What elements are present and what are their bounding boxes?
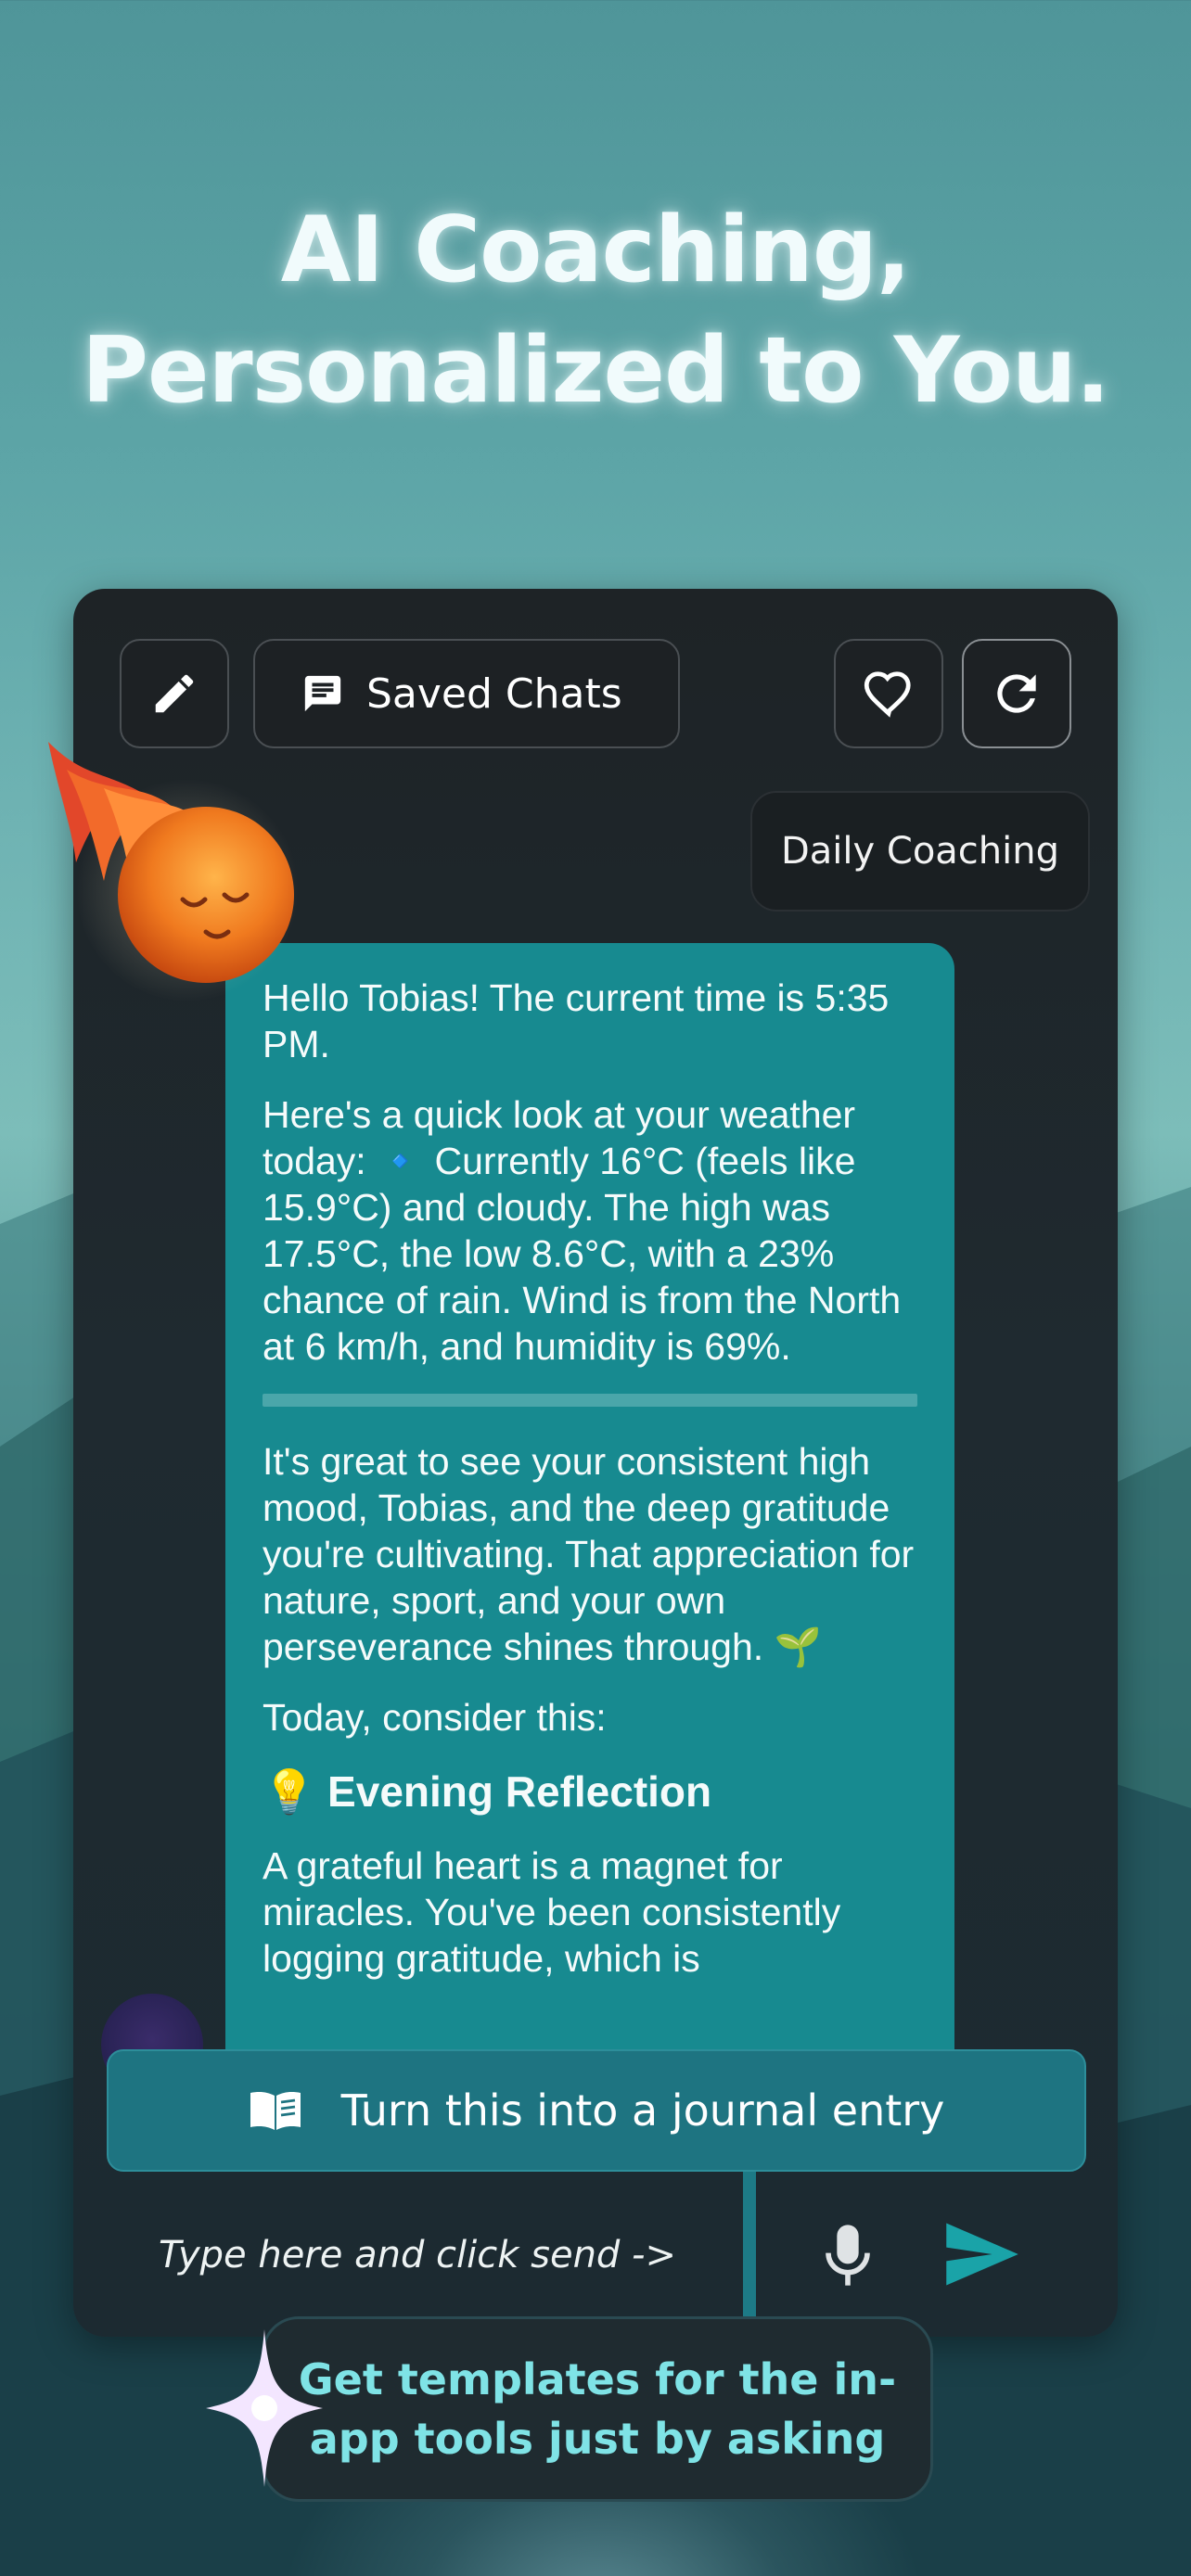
message-input[interactable]: Type here and click send -> xyxy=(159,2218,715,2292)
fire-mascot-icon xyxy=(48,742,299,1001)
message-greeting: Hello Tobias! The current time is 5:35 P… xyxy=(263,976,890,1065)
mic-button[interactable] xyxy=(815,2218,880,2292)
refresh-icon xyxy=(997,674,1036,713)
assistant-message: Hello Tobias! The current time is 5:35 P… xyxy=(225,943,954,2149)
sparkle-icon xyxy=(206,2329,323,2487)
message-divider xyxy=(263,1394,917,1407)
chat-bubble-icon xyxy=(304,675,341,712)
message-reflection: A grateful heart is a magnet for miracle… xyxy=(263,1844,841,1980)
headline-line-2: Personalized to You. xyxy=(82,318,1110,424)
journal-entry-label: Turn this into a journal entry xyxy=(340,2085,945,2136)
heart-icon xyxy=(864,671,911,718)
daily-coaching-tag[interactable]: Daily Coaching xyxy=(750,791,1090,912)
page-headline: AI Coaching, Personalized to You. xyxy=(0,190,1191,431)
composer-divider xyxy=(743,2172,756,2337)
message-composer: Type here and click send -> xyxy=(73,2172,1118,2337)
refresh-button[interactable] xyxy=(962,639,1071,748)
journal-entry-button[interactable]: Turn this into a journal entry xyxy=(107,2049,1086,2172)
templates-tip-badge: Get templates for the in- app tools just… xyxy=(262,2316,933,2502)
favorite-button[interactable] xyxy=(834,639,943,748)
tip-line-2: app tools just by asking xyxy=(309,2414,886,2464)
pencil-icon xyxy=(155,674,194,713)
send-icon xyxy=(946,2223,1018,2286)
saved-chats-label: Saved Chats xyxy=(366,670,622,718)
message-weather: Here's a quick look at your weather toda… xyxy=(263,1093,902,1368)
message-prompt: Today, consider this: xyxy=(263,1696,607,1739)
microphone-icon xyxy=(826,2225,870,2286)
message-mood: It's great to see your consistent high m… xyxy=(263,1440,915,1668)
headline-line-1: AI Coaching, xyxy=(280,198,911,303)
tip-line-1: Get templates for the in- xyxy=(298,2354,897,2404)
book-icon xyxy=(250,2092,301,2130)
send-button[interactable] xyxy=(938,2213,1027,2296)
message-heading: 💡 Evening Reflection xyxy=(263,1767,712,1816)
